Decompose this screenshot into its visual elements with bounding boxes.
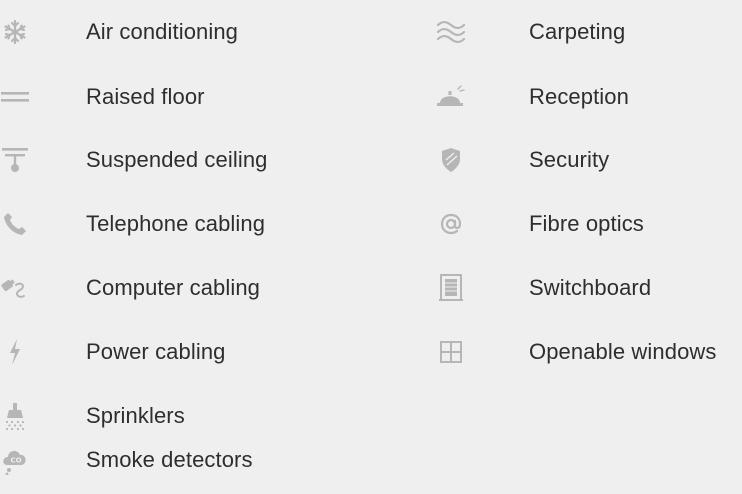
amenity-label: Computer cabling [86, 275, 261, 300]
reception-bell-icon [436, 82, 466, 112]
amenity-smoke-detectors: CO Smoke detectors [0, 440, 253, 480]
amenity-switchboard: Switchboard [436, 268, 651, 308]
amenity-label: Sprinklers [86, 403, 185, 428]
raised-floor-icon [0, 82, 30, 112]
amenity-raised-floor: Raised floor [0, 77, 205, 117]
amenity-reception: Reception [436, 77, 629, 117]
amenity-suspended-ceiling: Suspended ceiling [0, 140, 268, 180]
svg-text:CO: CO [11, 457, 22, 465]
shield-icon [436, 145, 466, 175]
amenity-label: Reception [529, 84, 629, 109]
amenity-air-conditioning: Air conditioning [0, 12, 238, 52]
smoke-detector-icon: CO [0, 445, 30, 475]
sprinkler-icon [0, 401, 30, 431]
amenity-label: Air conditioning [86, 19, 239, 44]
amenity-power-cabling: Power cabling [0, 332, 226, 372]
switchboard-icon [436, 273, 466, 303]
amenity-computer-cabling: Computer cabling [0, 268, 260, 308]
amenity-label: Security [529, 147, 610, 172]
amenity-label: Switchboard [529, 275, 652, 300]
amenity-sprinklers: Sprinklers [0, 396, 185, 436]
snowflake-icon [0, 17, 30, 47]
amenity-label: Suspended ceiling [86, 147, 268, 172]
amenity-label: Telephone cabling [86, 211, 266, 236]
computer-cable-icon [0, 273, 30, 303]
carpet-waves-icon [436, 17, 466, 47]
amenity-label: Fibre optics [529, 211, 644, 236]
amenity-telephone-cabling: Telephone cabling [0, 204, 265, 244]
lightning-icon [0, 337, 30, 367]
amenity-openable-windows: Openable windows [436, 332, 717, 372]
amenity-label: Smoke detectors [86, 447, 253, 472]
amenity-label: Power cabling [86, 339, 226, 364]
at-sign-icon [436, 209, 466, 239]
amenity-carpeting: Carpeting [436, 12, 625, 52]
amenity-label: Openable windows [529, 339, 717, 364]
amenity-fibre-optics: Fibre optics [436, 204, 644, 244]
amenities-list: Air conditioning Raised floor Suspended … [0, 0, 742, 494]
window-icon [436, 337, 466, 367]
suspended-ceiling-icon [0, 145, 30, 175]
amenity-label: Raised floor [86, 84, 205, 109]
telephone-icon [0, 209, 30, 239]
amenity-security: Security [436, 140, 609, 180]
amenity-label: Carpeting [529, 19, 626, 44]
